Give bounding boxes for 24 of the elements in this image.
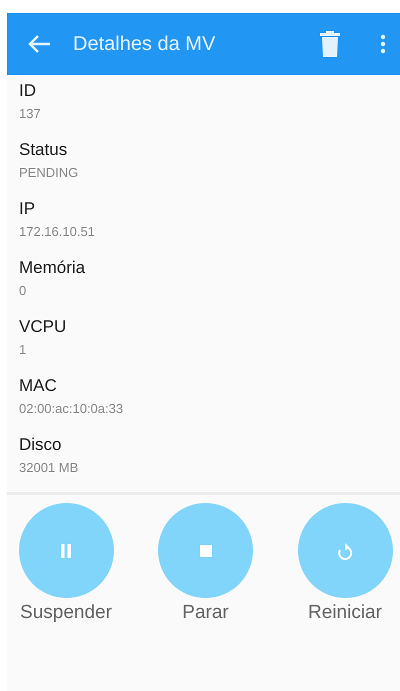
field-value: 32001 MB [19,459,80,477]
field-label: IP [19,198,36,220]
field-value: PENDING [19,164,80,182]
field-label: VCPU [19,316,68,338]
field-value: 137 [19,105,42,123]
pause-icon [60,544,72,558]
field-value: 0 [19,282,28,300]
trash-icon [320,31,340,57]
restart-icon [337,542,353,560]
field-label: Disco [19,434,63,456]
field-label: Memória [19,257,86,279]
field-value: 1 [19,341,28,359]
more-icon [380,34,386,54]
stop-icon [200,544,212,556]
action-label: Reiniciar [308,602,382,624]
field-value: 02:00:ac:10:0a:33 [19,400,124,418]
field-label: MAC [19,375,58,397]
back-arrow-icon [27,34,51,54]
field-label: ID [19,80,37,102]
screen-title: Detalhes da MV [73,32,216,56]
field-value: 172.16.10.51 [19,223,96,241]
action-label: Suspender [20,602,112,624]
field-label: Status [19,139,68,161]
action-label: Parar [182,602,229,624]
